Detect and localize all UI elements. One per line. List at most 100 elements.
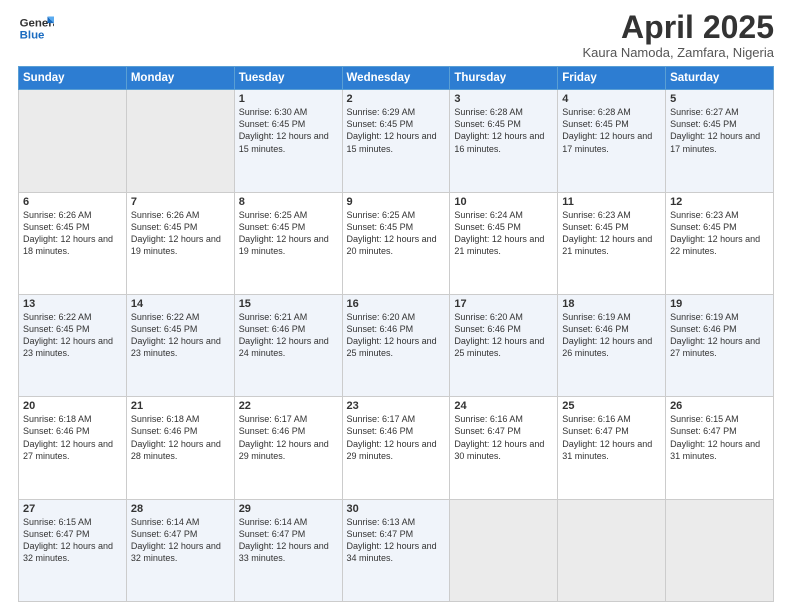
day-info: Sunrise: 6:20 AM Sunset: 6:46 PM Dayligh… (347, 311, 446, 360)
day-info: Sunrise: 6:15 AM Sunset: 6:47 PM Dayligh… (670, 413, 769, 462)
day-number: 6 (23, 196, 122, 208)
calendar-header-row: Sunday Monday Tuesday Wednesday Thursday… (19, 67, 774, 90)
table-row: 10Sunrise: 6:24 AM Sunset: 6:45 PM Dayli… (450, 192, 558, 294)
table-row (450, 499, 558, 601)
table-row: 15Sunrise: 6:21 AM Sunset: 6:46 PM Dayli… (234, 294, 342, 396)
day-number: 13 (23, 298, 122, 310)
table-row: 30Sunrise: 6:13 AM Sunset: 6:47 PM Dayli… (342, 499, 450, 601)
day-number: 23 (347, 400, 446, 412)
table-row: 5Sunrise: 6:27 AM Sunset: 6:45 PM Daylig… (666, 90, 774, 192)
table-row: 24Sunrise: 6:16 AM Sunset: 6:47 PM Dayli… (450, 397, 558, 499)
table-row (126, 90, 234, 192)
day-number: 20 (23, 400, 122, 412)
day-number: 4 (562, 93, 661, 105)
calendar-week-row: 1Sunrise: 6:30 AM Sunset: 6:45 PM Daylig… (19, 90, 774, 192)
header-thursday: Thursday (450, 67, 558, 90)
day-info: Sunrise: 6:26 AM Sunset: 6:45 PM Dayligh… (131, 209, 230, 258)
day-number: 22 (239, 400, 338, 412)
day-info: Sunrise: 6:20 AM Sunset: 6:46 PM Dayligh… (454, 311, 553, 360)
day-info: Sunrise: 6:17 AM Sunset: 6:46 PM Dayligh… (347, 413, 446, 462)
day-number: 10 (454, 196, 553, 208)
day-number: 9 (347, 196, 446, 208)
calendar-table: Sunday Monday Tuesday Wednesday Thursday… (18, 66, 774, 602)
day-number: 26 (670, 400, 769, 412)
table-row: 27Sunrise: 6:15 AM Sunset: 6:47 PM Dayli… (19, 499, 127, 601)
table-row (558, 499, 666, 601)
table-row: 16Sunrise: 6:20 AM Sunset: 6:46 PM Dayli… (342, 294, 450, 396)
table-row: 26Sunrise: 6:15 AM Sunset: 6:47 PM Dayli… (666, 397, 774, 499)
table-row: 22Sunrise: 6:17 AM Sunset: 6:46 PM Dayli… (234, 397, 342, 499)
table-row: 8Sunrise: 6:25 AM Sunset: 6:45 PM Daylig… (234, 192, 342, 294)
day-info: Sunrise: 6:28 AM Sunset: 6:45 PM Dayligh… (454, 106, 553, 155)
day-number: 3 (454, 93, 553, 105)
day-number: 14 (131, 298, 230, 310)
logo-icon: General Blue (18, 10, 54, 46)
day-info: Sunrise: 6:22 AM Sunset: 6:45 PM Dayligh… (23, 311, 122, 360)
table-row: 1Sunrise: 6:30 AM Sunset: 6:45 PM Daylig… (234, 90, 342, 192)
table-row: 23Sunrise: 6:17 AM Sunset: 6:46 PM Dayli… (342, 397, 450, 499)
calendar-week-row: 20 Sunrise: 6:18 AM Sunset: 6:46 PM Dayli… (19, 397, 774, 499)
table-row: 13Sunrise: 6:22 AM Sunset: 6:45 PM Dayli… (19, 294, 127, 396)
day-info: Sunrise: 6:23 AM Sunset: 6:45 PM Dayligh… (562, 209, 661, 258)
day-info: Sunrise: 6:26 AM Sunset: 6:45 PM Dayligh… (23, 209, 122, 258)
table-row (19, 90, 127, 192)
day-number: 25 (562, 400, 661, 412)
day-info: Sunrise: 6:13 AM Sunset: 6:47 PM Dayligh… (347, 516, 446, 565)
table-row: 25Sunrise: 6:16 AM Sunset: 6:47 PM Dayli… (558, 397, 666, 499)
header-sunday: Sunday (19, 67, 127, 90)
day-number: 12 (670, 196, 769, 208)
page: General Blue April 2025 Kaura Namoda, Za… (0, 0, 792, 612)
day-info: Sunrise: 6:14 AM Sunset: 6:47 PM Dayligh… (239, 516, 338, 565)
day-number: 29 (239, 503, 338, 515)
day-number: 8 (239, 196, 338, 208)
day-info: Sunrise: 6:29 AM Sunset: 6:45 PM Dayligh… (347, 106, 446, 155)
day-info: Sunrise: 6:22 AM Sunset: 6:45 PM Dayligh… (131, 311, 230, 360)
day-info: Sunrise: 6:16 AM Sunset: 6:47 PM Dayligh… (454, 413, 553, 462)
day-info: Sunrise: 6:17 AM Sunset: 6:46 PM Dayligh… (239, 413, 338, 462)
day-info: Sunrise: 6:16 AM Sunset: 6:47 PM Dayligh… (562, 413, 661, 462)
day-number: 1 (239, 93, 338, 105)
table-row: 2Sunrise: 6:29 AM Sunset: 6:45 PM Daylig… (342, 90, 450, 192)
table-row: 12Sunrise: 6:23 AM Sunset: 6:45 PM Dayli… (666, 192, 774, 294)
day-info: Sunrise: 6:27 AM Sunset: 6:45 PM Dayligh… (670, 106, 769, 155)
table-row: 7Sunrise: 6:26 AM Sunset: 6:45 PM Daylig… (126, 192, 234, 294)
header-friday: Friday (558, 67, 666, 90)
day-number: 11 (562, 196, 661, 208)
calendar-week-row: 6Sunrise: 6:26 AM Sunset: 6:45 PM Daylig… (19, 192, 774, 294)
table-row: 19Sunrise: 6:19 AM Sunset: 6:46 PM Dayli… (666, 294, 774, 396)
location-subtitle: Kaura Namoda, Zamfara, Nigeria (583, 45, 774, 60)
calendar-week-row: 13Sunrise: 6:22 AM Sunset: 6:45 PM Dayli… (19, 294, 774, 396)
day-info: Sunrise: 6:30 AM Sunset: 6:45 PM Dayligh… (239, 106, 338, 155)
header-monday: Monday (126, 67, 234, 90)
table-row: 29Sunrise: 6:14 AM Sunset: 6:47 PM Dayli… (234, 499, 342, 601)
svg-text:Blue: Blue (20, 30, 45, 42)
day-number: 21 (131, 400, 230, 412)
day-info: Sunrise: 6:14 AM Sunset: 6:47 PM Dayligh… (131, 516, 230, 565)
day-number: 28 (131, 503, 230, 515)
day-info: Sunrise: 6:25 AM Sunset: 6:45 PM Dayligh… (239, 209, 338, 258)
day-number: 30 (347, 503, 446, 515)
day-info: Sunrise: 6:19 AM Sunset: 6:46 PM Dayligh… (670, 311, 769, 360)
day-number: 18 (562, 298, 661, 310)
day-info: Sunrise: 6:15 AM Sunset: 6:47 PM Dayligh… (23, 516, 122, 565)
table-row: 9Sunrise: 6:25 AM Sunset: 6:45 PM Daylig… (342, 192, 450, 294)
day-number: 2 (347, 93, 446, 105)
day-info: Sunrise: 6:28 AM Sunset: 6:45 PM Dayligh… (562, 106, 661, 155)
table-row (666, 499, 774, 601)
day-info: Sunrise: 6:18 AM Sunset: 6:46 PM Dayligh… (131, 413, 230, 462)
header-wednesday: Wednesday (342, 67, 450, 90)
table-row: 11Sunrise: 6:23 AM Sunset: 6:45 PM Dayli… (558, 192, 666, 294)
month-title: April 2025 (583, 10, 774, 45)
day-number: 27 (23, 503, 122, 515)
day-info: Sunrise: 6:23 AM Sunset: 6:45 PM Dayligh… (670, 209, 769, 258)
day-info: Sunrise: 6:25 AM Sunset: 6:45 PM Dayligh… (347, 209, 446, 258)
day-number: 17 (454, 298, 553, 310)
day-info: Sunrise: 6:19 AM Sunset: 6:46 PM Dayligh… (562, 311, 661, 360)
day-number: 7 (131, 196, 230, 208)
table-row: 4Sunrise: 6:28 AM Sunset: 6:45 PM Daylig… (558, 90, 666, 192)
table-row: 28Sunrise: 6:14 AM Sunset: 6:47 PM Dayli… (126, 499, 234, 601)
header-saturday: Saturday (666, 67, 774, 90)
day-number: 5 (670, 93, 769, 105)
title-block: April 2025 Kaura Namoda, Zamfara, Nigeri… (583, 10, 774, 60)
day-info: Sunrise: 6:24 AM Sunset: 6:45 PM Dayligh… (454, 209, 553, 258)
